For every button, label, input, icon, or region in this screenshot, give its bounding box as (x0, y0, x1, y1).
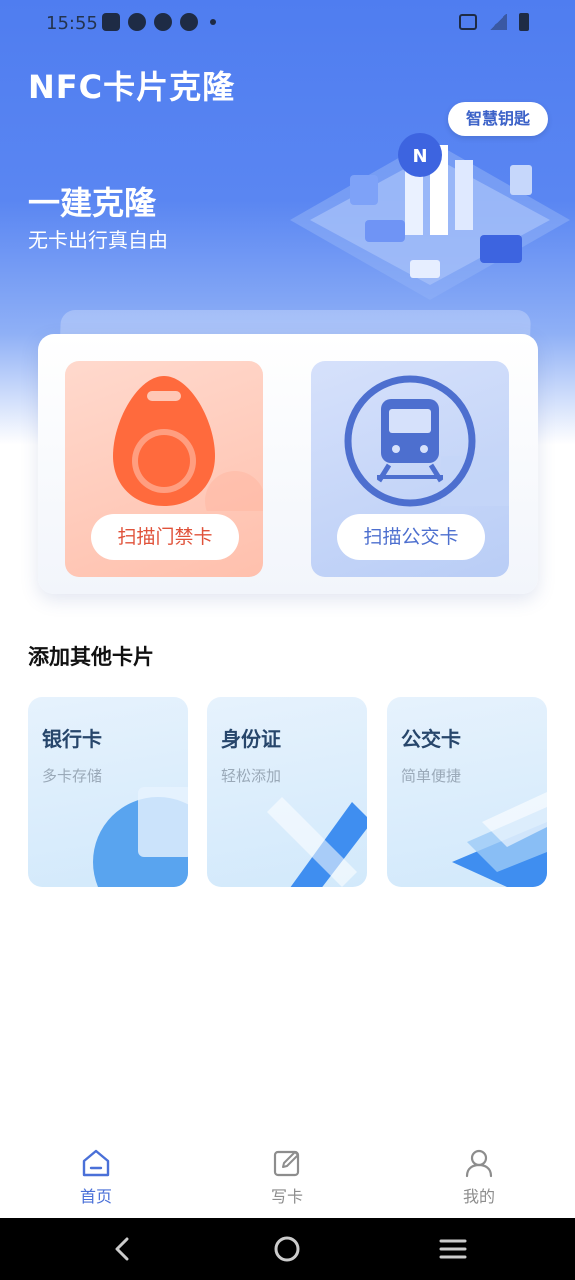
add-card-title: 公交卡 (401, 727, 461, 751)
train-icon (344, 375, 509, 507)
home-circle-icon[interactable] (272, 1234, 302, 1264)
tab-label: 首页 (79, 1187, 112, 1206)
home-icon (82, 1149, 110, 1177)
app-title: NFC卡片克隆 (28, 68, 236, 106)
tab-label: 我的 (462, 1187, 495, 1206)
app-notification-icon (154, 13, 172, 31)
tab-label: 写卡 (270, 1187, 303, 1206)
status-bar: 15:55 (0, 0, 575, 48)
add-card-title: 银行卡 (42, 727, 102, 751)
hero-subslogan: 无卡出行真自由 (28, 228, 168, 252)
add-other-cards-title: 添加其他卡片 (28, 645, 154, 669)
id-card-icon (267, 797, 367, 887)
scan-bus-card-tile[interactable]: 扫描公交卡 (311, 361, 509, 577)
shopping-bag-icon (102, 13, 120, 31)
add-bank-card[interactable]: 银行卡 多卡存储 (28, 697, 188, 887)
scan-access-card-tile[interactable]: 扫描门禁卡 (65, 361, 263, 577)
hero-slogan: 一建克隆 (28, 184, 157, 222)
scan-bus-card-button[interactable]: 扫描公交卡 (337, 514, 485, 560)
scan-card-panel: 扫描门禁卡 扫描公交卡 (38, 334, 538, 594)
profile-icon (465, 1149, 493, 1178)
notification-icons (102, 13, 216, 31)
tab-write-card[interactable]: 写卡 (237, 1147, 337, 1207)
edit-icon (273, 1150, 300, 1177)
menu-icon[interactable] (438, 1234, 468, 1264)
add-card-title: 身份证 (221, 727, 281, 751)
app-notification-icon (128, 13, 146, 31)
system-navigation-bar (0, 1218, 575, 1280)
more-notifications-dot-icon (210, 19, 216, 25)
bus-card-stack-icon (452, 792, 547, 887)
tab-home[interactable]: 首页 (46, 1147, 146, 1207)
status-time: 15:55 (46, 13, 98, 34)
add-bus-card[interactable]: 公交卡 简单便捷 (387, 697, 547, 887)
bank-card-icon (93, 787, 188, 887)
access-tag-icon (113, 376, 263, 511)
signal-icon (489, 14, 507, 30)
bottom-tab-bar: 首页 写卡 我的 (0, 1135, 575, 1218)
svg-text:N: N (412, 146, 427, 167)
scan-access-card-button[interactable]: 扫描门禁卡 (91, 514, 239, 560)
smart-key-badge: 智慧钥匙 (448, 102, 548, 136)
app-notification-icon (180, 13, 198, 31)
tab-profile[interactable]: 我的 (429, 1147, 529, 1207)
system-icons (459, 13, 529, 31)
vibrate-icon (459, 14, 477, 30)
add-id-card[interactable]: 身份证 轻松添加 (207, 697, 367, 887)
back-icon[interactable] (108, 1234, 138, 1264)
battery-icon (519, 13, 529, 31)
